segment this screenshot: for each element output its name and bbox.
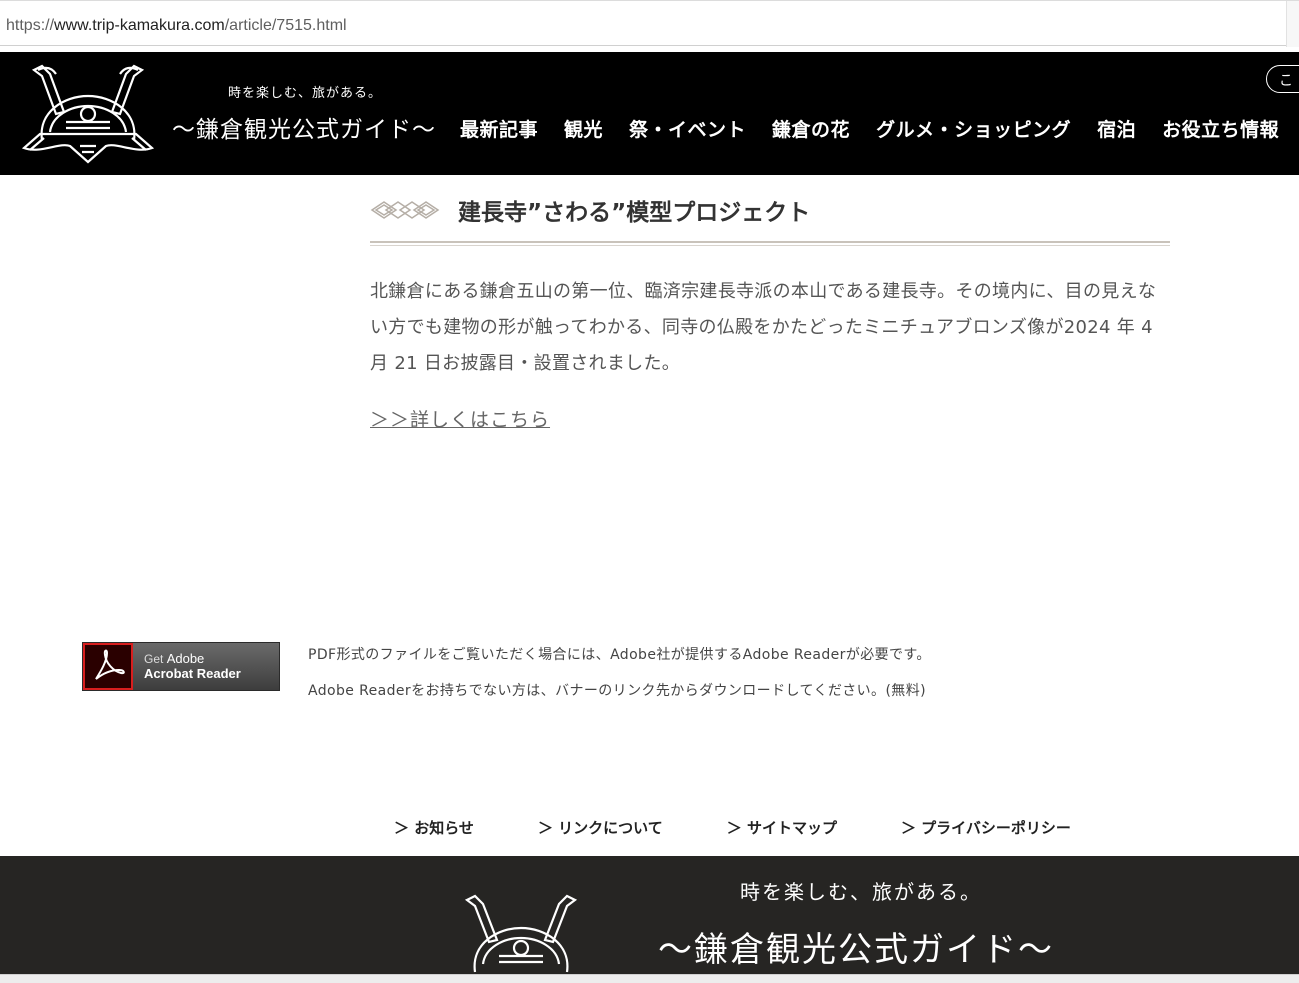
banner-adobe-word: Adobe xyxy=(166,651,205,666)
footer-link-links[interactable]: ＞ リンクについて xyxy=(538,817,663,838)
footer-link-sitemap[interactable]: ＞ サイトマップ xyxy=(727,817,837,838)
url-scheme: https:// xyxy=(6,17,55,34)
read-more-link[interactable]: ＞＞詳しくはこちら xyxy=(370,405,550,432)
nav-item-info[interactable]: お役立ち情報 xyxy=(1162,115,1279,142)
site-header: 時を楽しむ、旅がある。 〜鎌倉観光公式ガイド〜 最新記事 観光 祭・イベント 鎌… xyxy=(0,52,1299,175)
scrollbar[interactable] xyxy=(1286,1,1299,47)
url-path: /article/7515.html xyxy=(224,17,347,34)
adobe-notice-line-2: Adobe Readerをお持ちでない方は、バナーのリンク先からダウンロードして… xyxy=(308,683,926,699)
header-tagline: 時を楽しむ、旅がある。 xyxy=(228,86,383,101)
footer-links: ＞ お知らせ ＞ リンクについて ＞ サイトマップ ＞ プライバシーポリシー xyxy=(394,817,1071,838)
banner-reader-text: Acrobat Reader xyxy=(144,666,241,681)
nav-item-flowers[interactable]: 鎌倉の花 xyxy=(772,115,850,142)
footer-kabuto-logo-icon[interactable] xyxy=(455,892,587,982)
header-pill-button[interactable]: こ xyxy=(1266,65,1299,93)
adobe-reader-banner[interactable]: Get Adobe Acrobat Reader xyxy=(82,642,280,691)
adobe-notice: PDF形式のファイルをご覧いただく場合には、Adobe社が提供するAdobe R… xyxy=(308,637,931,709)
nav-item-sightseeing[interactable]: 観光 xyxy=(564,115,603,142)
site-title[interactable]: 〜鎌倉観光公式ガイド〜 xyxy=(172,110,436,144)
url-host: www.trip-kamakura.com xyxy=(54,17,225,34)
address-bar[interactable]: https://www.trip-kamakura.com/article/75… xyxy=(0,0,1299,47)
footer-link-news[interactable]: ＞ お知らせ xyxy=(394,817,474,838)
acrobat-swirl-icon xyxy=(95,649,125,680)
main-nav: 最新記事 観光 祭・イベント 鎌倉の花 グルメ・ショッピング 宿泊 お役立ち情報 xyxy=(460,115,1279,142)
nav-item-gourmet[interactable]: グルメ・ショッピング xyxy=(876,115,1071,142)
footer-tagline: 時を楽しむ、旅がある。 xyxy=(740,880,982,904)
nav-item-events[interactable]: 祭・イベント xyxy=(629,115,746,142)
kabuto-helmet-logo-icon[interactable] xyxy=(20,62,156,166)
footer-site-title: 〜鎌倉観光公式ガイド〜 xyxy=(658,930,1054,970)
diamond-ornament-icon xyxy=(370,201,440,219)
footer-link-privacy[interactable]: ＞ プライバシーポリシー xyxy=(901,817,1071,838)
adobe-notice-line-1: PDF形式のファイルをご覧いただく場合には、Adobe社が提供するAdobe R… xyxy=(308,647,931,663)
banner-get-text: Get Adobe xyxy=(144,651,204,666)
nav-item-latest[interactable]: 最新記事 xyxy=(460,115,538,142)
article-title: 建長寺”さわる”模型プロジェクト xyxy=(458,200,811,226)
banner-get-word: Get xyxy=(144,652,164,666)
article-body: 北鎌倉にある鎌倉五山の第一位、臨済宗建長寺派の本山である建長寺。その境内に、目の… xyxy=(370,281,1157,374)
site-footer: 時を楽しむ、旅がある。 〜鎌倉観光公式ガイド〜 xyxy=(0,856,1299,982)
title-divider xyxy=(370,241,1170,246)
url-text[interactable]: https://www.trip-kamakura.com/article/75… xyxy=(6,17,347,35)
acrobat-icon xyxy=(83,643,133,690)
nav-item-lodging[interactable]: 宿泊 xyxy=(1097,115,1136,142)
